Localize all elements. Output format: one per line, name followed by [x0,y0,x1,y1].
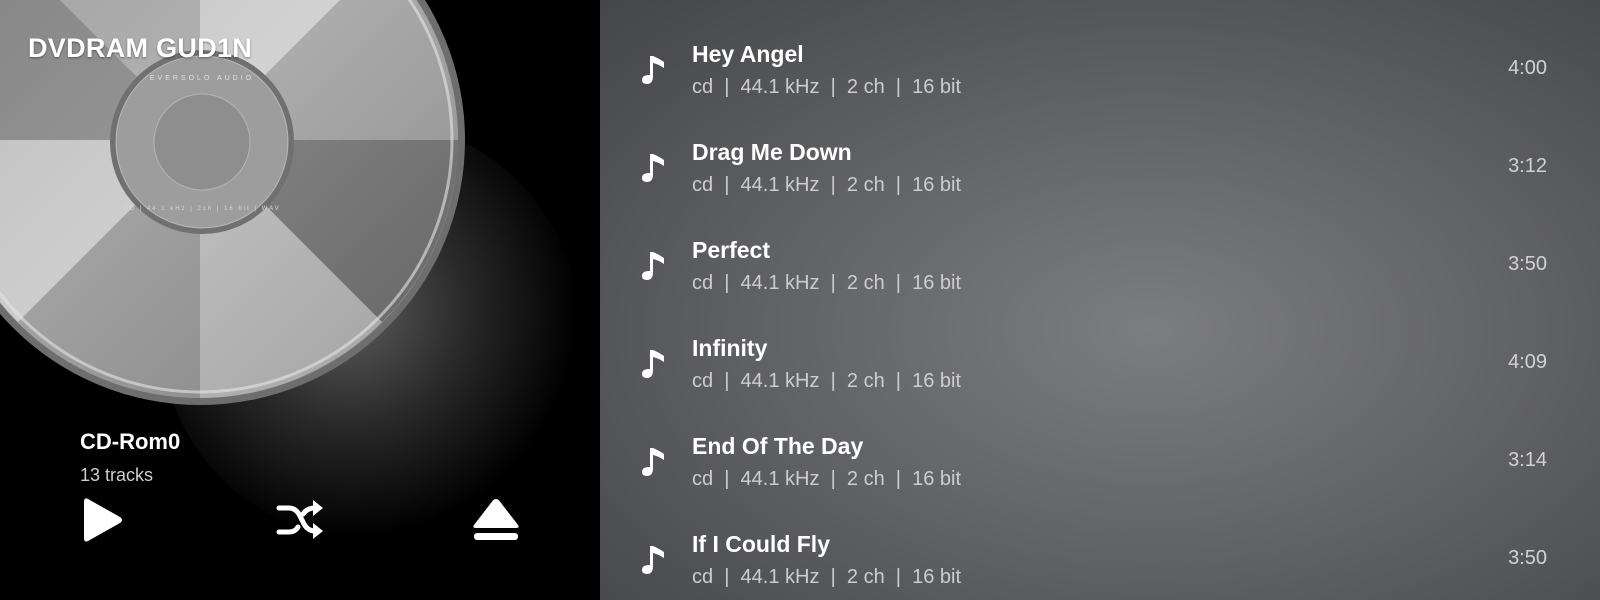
track-duration: 4:09 [1508,351,1547,373]
track-title: If I Could Fly [692,531,830,557]
track-format: cd | 44.1 kHz | 2 ch | 16 bit [692,468,962,490]
music-note-icon [642,56,664,84]
play-button[interactable] [72,492,132,548]
track-duration: 3:50 [1508,547,1547,569]
track-title: End Of The Day [692,433,864,459]
track-title: Hey Angel [692,41,804,67]
eject-icon [473,499,519,540]
play-icon [84,498,122,542]
device-name: DVDRAM GUD1N [28,33,253,63]
shuffle-button[interactable] [268,492,332,548]
track-row[interactable]: If I Could Fly cd | 44.1 kHz | 2 ch | 16… [600,490,1600,590]
music-note-icon [642,252,664,280]
shuffle-icon [276,500,323,539]
music-note-icon [642,350,664,378]
track-title: Drag Me Down [692,139,852,165]
music-note-icon [642,448,664,476]
track-format: cd | 44.1 kHz | 2 ch | 16 bit [692,370,962,392]
track-row[interactable]: Hey Angel cd | 44.1 kHz | 2 ch | 16 bit … [600,0,1600,100]
music-note-icon [642,154,664,182]
track-duration: 3:50 [1508,253,1547,275]
track-row[interactable]: End Of The Day cd | 44.1 kHz | 2 ch | 16… [600,392,1600,492]
track-title: Infinity [692,335,768,361]
track-title: Perfect [692,237,770,263]
track-duration: 4:00 [1508,57,1547,79]
track-format: cd | 44.1 kHz | 2 ch | 16 bit [692,566,962,588]
music-note-icon [642,546,664,574]
track-format: cd | 44.1 kHz | 2 ch | 16 bit [692,174,962,196]
disc-ring-text-top: EVERSOLO AUDIO [150,75,254,82]
track-list: Hey Angel cd | 44.1 kHz | 2 ch | 16 bit … [600,0,1600,600]
track-duration: 3:14 [1508,449,1547,471]
track-format: cd | 44.1 kHz | 2 ch | 16 bit [692,272,962,294]
track-row[interactable]: Infinity cd | 44.1 kHz | 2 ch | 16 bit 4… [600,294,1600,394]
eject-button[interactable] [466,492,526,548]
album-title: CD-Rom0 [80,429,181,454]
track-duration: 3:12 [1508,155,1547,177]
album-track-count: 13 tracks [80,465,154,485]
disc-ring-text-bottom: CD | 44.1 kHz | 2ch | 16 bit | WAV [123,206,280,212]
track-row[interactable]: Perfect cd | 44.1 kHz | 2 ch | 16 bit 3:… [600,196,1600,296]
now-playing-panel: EVERSOLO AUDIO CD | 44.1 kHz | 2ch | 16 … [0,0,600,600]
track-format: cd | 44.1 kHz | 2 ch | 16 bit [692,76,962,98]
track-row[interactable]: Drag Me Down cd | 44.1 kHz | 2 ch | 16 b… [600,98,1600,198]
